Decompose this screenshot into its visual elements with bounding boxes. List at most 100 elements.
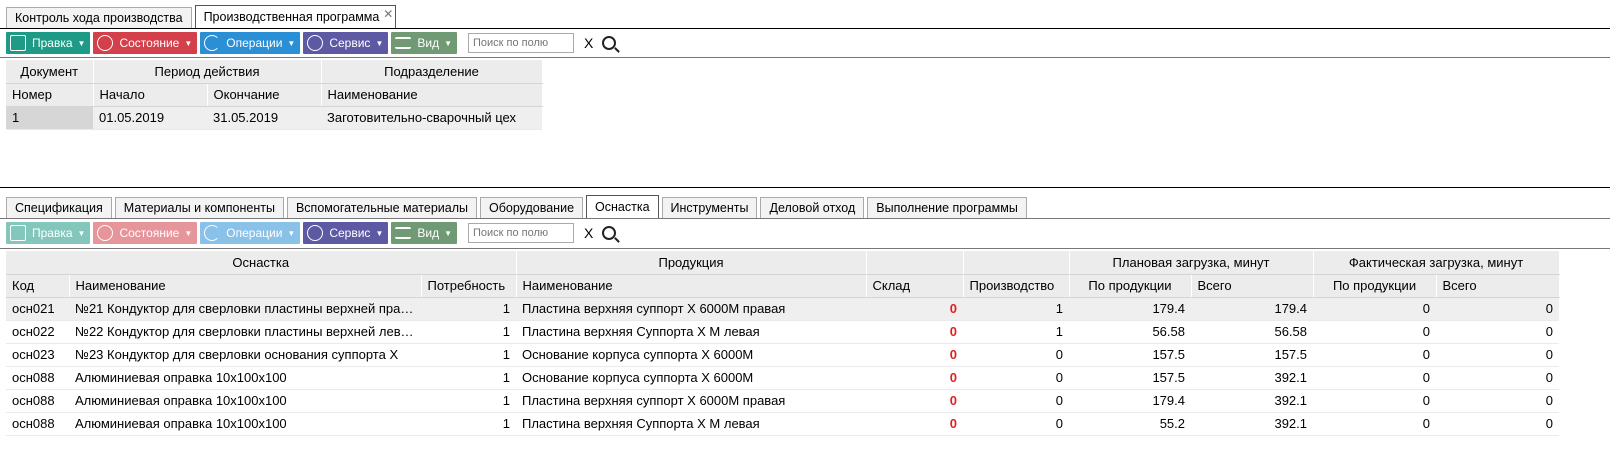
tab-equipment[interactable]: Оборудование xyxy=(480,197,584,219)
group-header-period: Период действия xyxy=(93,60,322,84)
cell-planned-by-product: 55.2 xyxy=(1069,412,1191,436)
operations-button[interactable]: Операции ▼ xyxy=(200,222,301,244)
tab-auxiliary-materials[interactable]: Вспомогательные материалы xyxy=(286,197,477,219)
column-header-name[interactable]: Наименование xyxy=(321,83,543,107)
cell-actual-by-product: 0 xyxy=(1313,412,1437,436)
cell-code: осн088 xyxy=(6,366,69,390)
column-header-planned-by-product[interactable]: По продукции xyxy=(1069,274,1192,298)
column-header-warehouse[interactable]: Склад xyxy=(866,274,964,298)
search-input[interactable] xyxy=(468,33,574,53)
edit-button[interactable]: Правка ▼ xyxy=(6,32,91,54)
chevron-down-icon: ▼ xyxy=(444,38,452,48)
chevron-down-icon: ▼ xyxy=(77,38,86,48)
column-header-name[interactable]: Наименование xyxy=(69,274,422,298)
cell-actual-total: 0 xyxy=(1436,366,1560,390)
group-header-actual-load: Фактическая загрузка, минут xyxy=(1313,251,1560,275)
cell-demand: 1 xyxy=(421,389,516,413)
tab-business-waste[interactable]: Деловой отход xyxy=(760,197,865,219)
cell-number: 1 xyxy=(6,106,93,130)
cell-warehouse: 0 xyxy=(866,320,963,344)
check-circle-icon xyxy=(97,225,114,241)
cell-demand: 1 xyxy=(421,343,516,367)
view-button[interactable]: Вид ▼ xyxy=(391,222,457,244)
tab-label: Оборудование xyxy=(489,201,575,215)
cell-production: 0 xyxy=(963,366,1069,390)
cell-end: 31.05.2019 xyxy=(207,106,322,130)
clear-search-button[interactable]: X xyxy=(584,225,593,241)
service-button[interactable]: Сервис ▼ xyxy=(303,32,389,54)
cell-warehouse: 0 xyxy=(866,366,963,390)
cell-name: Алюминиевая оправка 10х100х100 xyxy=(69,412,421,436)
list-icon xyxy=(395,227,412,239)
chevron-down-icon: ▼ xyxy=(184,228,193,238)
search-input[interactable] xyxy=(468,223,574,243)
tab-specification[interactable]: Спецификация xyxy=(6,197,112,219)
column-header-start[interactable]: Начало xyxy=(93,83,208,107)
column-header-code[interactable]: Код xyxy=(6,274,70,298)
column-header-actual-by-product[interactable]: По продукции xyxy=(1313,274,1437,298)
search-icon[interactable] xyxy=(602,36,617,50)
close-icon[interactable]: ✕ xyxy=(383,3,393,26)
button-label: Правка xyxy=(32,226,73,240)
edit-icon xyxy=(10,225,26,241)
list-icon xyxy=(395,37,412,49)
tab-materials[interactable]: Материалы и компоненты xyxy=(114,197,284,219)
table-row[interactable]: осн088 Алюминиевая оправка 10х100х100 1 Осн… xyxy=(6,366,1560,390)
cell-actual-by-product: 0 xyxy=(1313,297,1437,321)
button-label: Операции xyxy=(226,36,283,50)
chevron-down-icon: ▼ xyxy=(184,38,193,48)
cell-actual-total: 0 xyxy=(1436,412,1560,436)
gear-icon xyxy=(307,35,324,51)
button-label: Состояние xyxy=(119,36,180,50)
cell-name: №21 Кондуктор для сверловки пластины вер… xyxy=(69,297,421,321)
cell-demand: 1 xyxy=(421,297,516,321)
table-row[interactable]: осн023 №23 Кондуктор для сверловки основа… xyxy=(6,343,1560,367)
table-row[interactable]: 1 01.05.2019 31.05.2019 Заготовительно-с… xyxy=(6,106,543,130)
tab-production-control[interactable]: Контроль хода производства xyxy=(6,7,192,29)
group-header-empty xyxy=(963,251,1070,275)
detail-tabs: Спецификация Материалы и компоненты Вспо… xyxy=(6,195,1030,219)
table-row[interactable]: осн088 Алюминиевая оправка 10х100х100 1 Пла… xyxy=(6,389,1560,413)
chevron-down-icon: ▼ xyxy=(287,38,296,48)
column-header-number[interactable]: Номер xyxy=(6,83,94,107)
cell-product-name: Основание корпуса суппорта Х 6000М xyxy=(516,343,866,367)
column-header-product-name[interactable]: Наименование xyxy=(516,274,867,298)
edit-icon xyxy=(10,35,26,51)
tab-label: Производственная программа xyxy=(203,10,380,24)
table-row[interactable]: осн021 №21 Кондуктор для сверловки пласти… xyxy=(6,297,1560,321)
divider xyxy=(0,57,1610,58)
view-button[interactable]: Вид ▼ xyxy=(391,32,457,54)
tab-tools[interactable]: Инструменты xyxy=(661,197,758,219)
state-button[interactable]: Состояние ▼ xyxy=(93,222,198,244)
column-header-end[interactable]: Окончание xyxy=(207,83,322,107)
column-header-planned-total[interactable]: Всего xyxy=(1191,274,1314,298)
state-button[interactable]: Состояние ▼ xyxy=(93,32,198,54)
cell-planned-total: 392.1 xyxy=(1191,389,1314,413)
cell-actual-total: 0 xyxy=(1436,389,1560,413)
tab-label: Инструменты xyxy=(670,201,749,215)
table-row[interactable]: осн088 Алюминиевая оправка 10х100х100 1 Пла… xyxy=(6,412,1560,436)
operations-button[interactable]: Операции ▼ xyxy=(200,32,301,54)
edit-button[interactable]: Правка ▼ xyxy=(6,222,91,244)
search-icon[interactable] xyxy=(602,226,617,240)
column-header-demand[interactable]: Потребность xyxy=(421,274,517,298)
detail-toolbar: Правка ▼ Состояние ▼ Операции ▼ Сервис ▼ Вид… xyxy=(6,222,617,244)
service-button[interactable]: Сервис ▼ xyxy=(303,222,389,244)
cell-production: 1 xyxy=(963,320,1069,344)
group-header-department: Подразделение xyxy=(321,60,543,84)
group-header-product: Продукция xyxy=(516,251,867,275)
column-header-production[interactable]: Производство xyxy=(963,274,1070,298)
tab-tooling[interactable]: Оснастка xyxy=(586,195,659,219)
chevron-down-icon: ▼ xyxy=(77,228,86,238)
table-row[interactable]: осн022 №22 Кондуктор для сверловки пласти… xyxy=(6,320,1560,344)
cell-warehouse: 0 xyxy=(866,389,963,413)
clear-search-button[interactable]: X xyxy=(584,35,593,51)
divider xyxy=(0,218,1610,219)
tab-production-program[interactable]: Производственная программа ✕ xyxy=(194,3,397,29)
cell-warehouse: 0 xyxy=(866,343,963,367)
tab-program-execution[interactable]: Выполнение программы xyxy=(867,197,1027,219)
column-header-actual-total[interactable]: Всего xyxy=(1436,274,1560,298)
cell-warehouse: 0 xyxy=(866,297,963,321)
cell-production: 0 xyxy=(963,412,1069,436)
top-tabs: Контроль хода производства Производствен… xyxy=(6,5,399,29)
